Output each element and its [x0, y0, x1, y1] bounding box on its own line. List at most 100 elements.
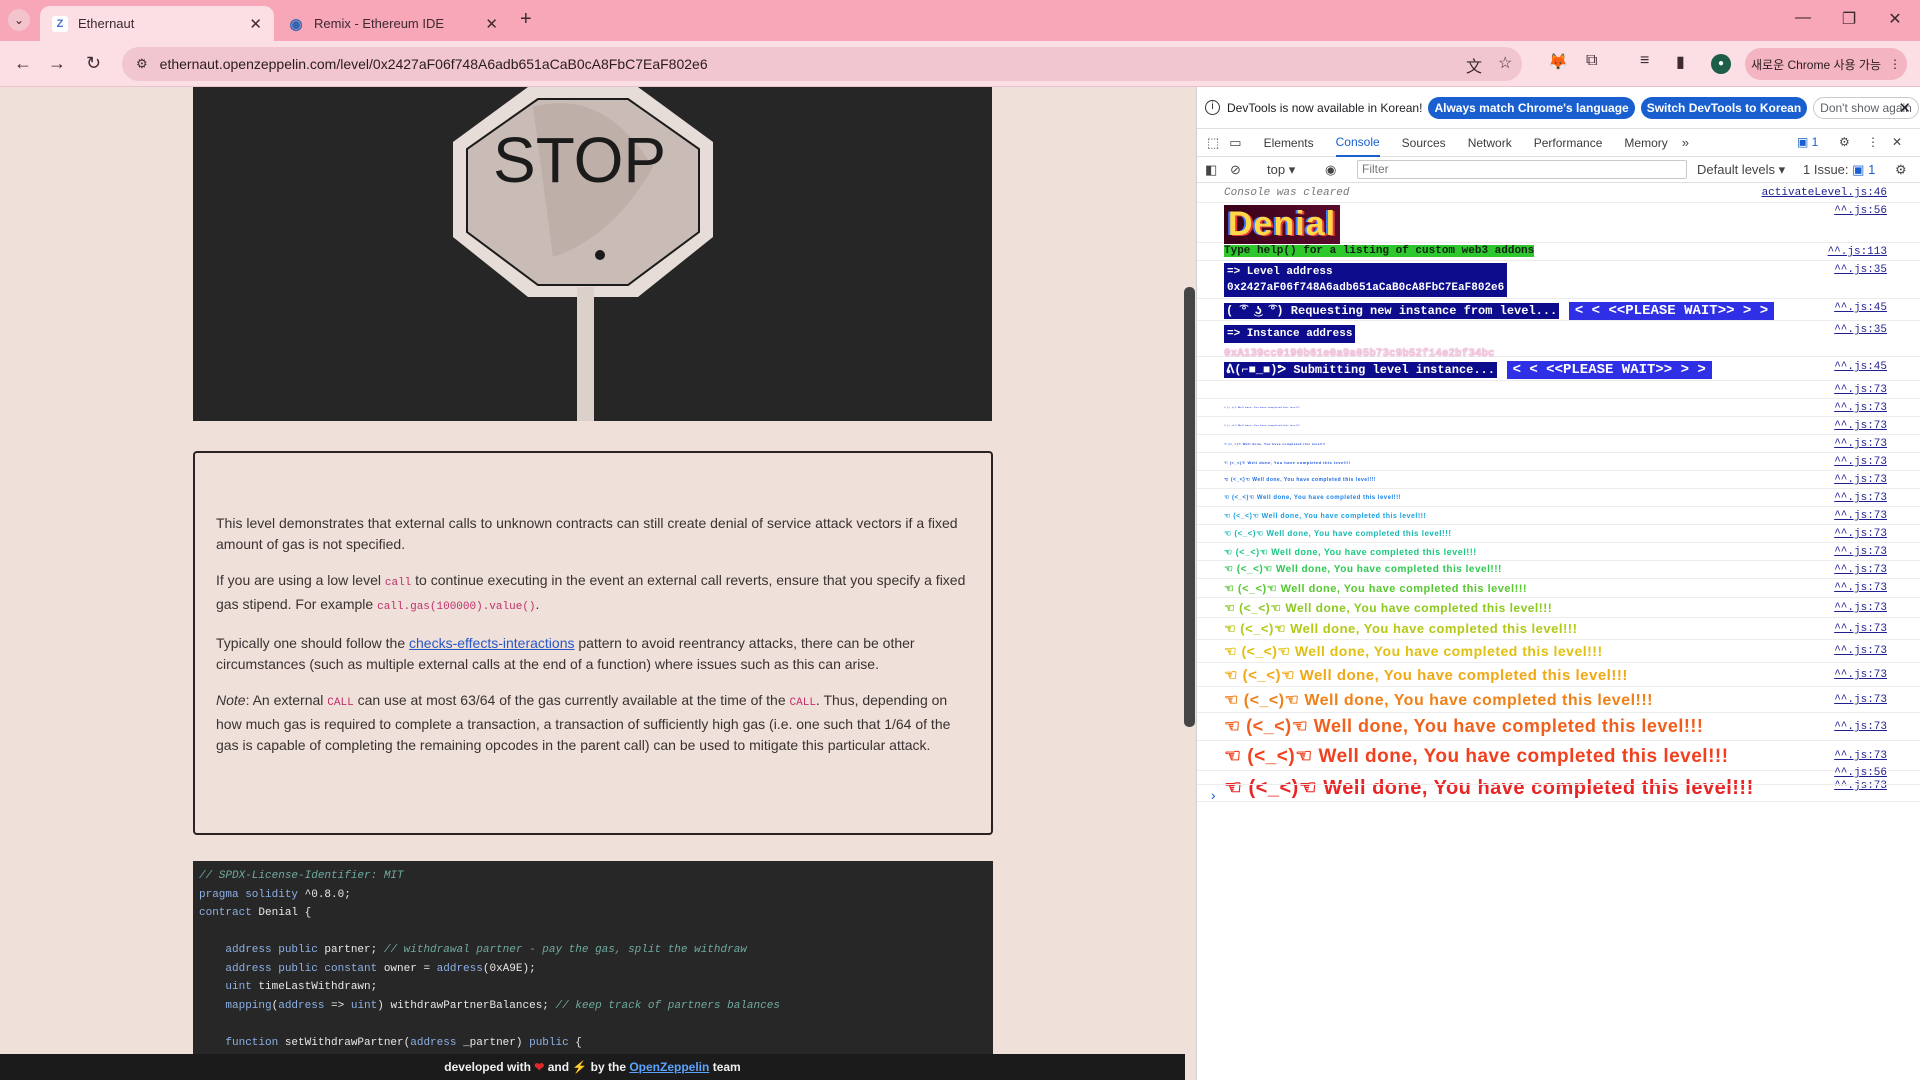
tab-performance[interactable]: Performance — [1534, 130, 1603, 156]
source-link[interactable]: ^^.js:73 — [1834, 602, 1887, 614]
console-row: ☜ (<_<)☜ Well done, You have completed t… — [1197, 525, 1920, 543]
close-devtools-icon[interactable]: ✕ — [1892, 135, 1902, 149]
source-link[interactable]: ^^.js:113 — [1828, 246, 1887, 258]
console-row: ☜ (<_<)☜ Well done, You have completed t… — [1197, 713, 1920, 741]
live-expression-eye-icon[interactable]: ◉ — [1325, 162, 1336, 178]
source-link[interactable]: ^^.js:73 — [1834, 546, 1887, 558]
url-text[interactable]: ethernaut.openzeppelin.com/level/0x2427a… — [160, 56, 708, 72]
well-done-message: ☜ (<_<)☜ Well done, You have completed t… — [1224, 716, 1704, 736]
source-link[interactable]: ^^.js:73 — [1834, 456, 1887, 468]
source-link[interactable]: ^^.js:73 — [1834, 721, 1887, 733]
close-tab-icon[interactable]: ✕ — [249, 15, 262, 33]
metamask-fox-icon[interactable]: 🦊 — [1548, 52, 1568, 72]
instance-address-block: => Instance address 0xA139cc0190b61e0a9a0… — [1224, 323, 1495, 361]
source-link[interactable]: ^^.js:45 — [1834, 302, 1887, 314]
console-filter-input[interactable]: Filter — [1357, 160, 1687, 179]
tab-search-icon[interactable]: ⌄ — [8, 9, 30, 31]
well-done-message: ☜ (<_<)☜ Well done, You have completed t… — [1224, 425, 1301, 427]
source-link[interactable]: ^^.js:56 — [1834, 205, 1887, 217]
source-link[interactable]: ^^.js:73 — [1834, 623, 1887, 635]
translate-icon[interactable]: 文 — [1466, 53, 1482, 77]
description-paragraph: This level demonstrates that external ca… — [216, 515, 958, 552]
tab-elements[interactable]: Elements — [1264, 130, 1314, 156]
source-link[interactable]: ^^.js:73 — [1834, 384, 1887, 396]
well-done-message: ☜ (<_<)☜ Well done, You have completed t… — [1224, 477, 1376, 483]
back-icon[interactable]: ← — [14, 53, 32, 74]
issues-counter[interactable]: 1 Issue: ▣ 1 — [1803, 162, 1875, 178]
always-match-language-button[interactable]: Always match Chrome's language — [1428, 96, 1635, 119]
tab-sources[interactable]: Sources — [1402, 130, 1446, 156]
close-tab-icon[interactable]: ✕ — [485, 15, 498, 33]
settings-gear-icon[interactable]: ⚙ — [1839, 135, 1850, 149]
reload-icon[interactable]: ↻ — [86, 53, 101, 74]
source-link[interactable]: ^^.js:73 — [1834, 582, 1887, 594]
source-link[interactable]: ^^.js:73 — [1834, 694, 1887, 706]
source-link[interactable]: ^^.js:45 — [1834, 361, 1887, 373]
media-controls-icon[interactable]: ≡ — [1640, 52, 1649, 70]
source-link[interactable]: ^^.js:73 — [1834, 510, 1887, 522]
console-row: ☜ (<_<)☜ Well done, You have completed t… — [1197, 399, 1920, 417]
close-window-icon[interactable]: ✕ — [1872, 9, 1918, 29]
restore-icon[interactable]: ❐ — [1826, 9, 1872, 29]
side-panel-icon[interactable]: ▮ — [1676, 52, 1685, 72]
profile-avatar[interactable]: ● — [1711, 54, 1731, 74]
tab-network[interactable]: Network — [1468, 130, 1512, 156]
console-row: Console was cleared activateLevel.js:46 — [1197, 183, 1920, 203]
source-link[interactable]: ^^.js:73 — [1834, 438, 1887, 450]
context-select[interactable]: top ▾ — [1267, 162, 1295, 178]
openzeppelin-link[interactable]: OpenZeppelin — [629, 1060, 709, 1074]
tab-remix[interactable]: ◉ Remix - Ethereum IDE ✕ — [276, 6, 510, 41]
console-row: => Instance address 0xA139cc0190b61e0a9a0… — [1197, 321, 1920, 360]
close-notice-icon[interactable]: ✕ — [1898, 99, 1911, 117]
tab-memory[interactable]: Memory — [1624, 130, 1667, 156]
messages-badge[interactable]: ▣ 1 — [1797, 135, 1818, 149]
address-bar[interactable]: ⚙ ethernaut.openzeppelin.com/level/0x242… — [122, 47, 1522, 81]
well-done-message: ☜ (<_<)☜ Well done, You have completed t… — [1224, 643, 1603, 659]
contract-source-code: // SPDX-License-Identifier: MIT pragma s… — [193, 861, 993, 1080]
source-link[interactable]: ^^.js:73 — [1834, 402, 1887, 414]
log-levels-select[interactable]: Default levels ▾ — [1697, 162, 1785, 178]
level-description: This level demonstrates that external ca… — [193, 451, 993, 835]
source-link[interactable]: ^^.js:35 — [1834, 324, 1887, 336]
clear-console-icon[interactable]: ⊘ — [1230, 162, 1241, 178]
extensions-puzzle-icon[interactable]: ⧉ — [1586, 52, 1597, 70]
console-row: ☜ (<_<)☜ Well done, You have completed t… — [1197, 687, 1920, 713]
devtools-menu-icon[interactable]: ⋮ — [1867, 135, 1879, 149]
source-link[interactable]: ^^.js:73 — [1834, 669, 1887, 681]
inspect-element-icon[interactable]: ⬚ — [1207, 135, 1219, 151]
source-link[interactable]: ^^.js:73 — [1834, 750, 1887, 762]
device-toolbar-icon[interactable]: ▭ — [1229, 135, 1241, 151]
more-tabs-icon[interactable]: » — [1682, 135, 1689, 150]
console-row: ☜ (<_<)☜ Well done, You have completed t… — [1197, 417, 1920, 435]
source-link[interactable]: ^^.js:73 — [1834, 528, 1887, 540]
source-link[interactable]: ^^.js:73 — [1834, 474, 1887, 486]
source-link[interactable]: ^^.js:73 — [1834, 420, 1887, 432]
new-tab-icon[interactable]: + — [520, 8, 532, 31]
console-output: Console was cleared activateLevel.js:46 … — [1197, 183, 1920, 1080]
tab-console[interactable]: Console — [1335, 129, 1380, 157]
source-link[interactable]: ^^.js:73 — [1834, 645, 1887, 657]
stop-text: STOP — [493, 124, 667, 196]
chrome-upgrade-button[interactable]: 새로운 Chrome 사용 가능 ⋮ — [1745, 48, 1907, 80]
console-row: Denial ^^.js:56 — [1197, 203, 1920, 244]
console-settings-icon[interactable]: ⚙ — [1895, 162, 1907, 178]
forward-icon[interactable]: → — [48, 53, 66, 74]
console-prompt-icon[interactable]: › — [1209, 789, 1217, 805]
checks-effects-interactions-link[interactable]: checks-effects-interactions — [409, 635, 574, 651]
sidebar-toggle-icon[interactable]: ◧ — [1205, 162, 1217, 178]
minimize-icon[interactable]: — — [1780, 9, 1826, 27]
devtools-tab-bar: ⬚ ▭ Elements Console Sources Network Per… — [1197, 129, 1920, 157]
source-link[interactable]: ^^.js:35 — [1834, 264, 1887, 276]
source-link[interactable]: activateLevel.js:46 — [1762, 187, 1887, 199]
source-link[interactable]: ^^.js:56 — [1834, 767, 1887, 779]
bookmark-star-icon[interactable]: ☆ — [1498, 53, 1512, 73]
tab-ethernaut[interactable]: Z Ethernaut ✕ — [40, 6, 274, 41]
console-row: ☜ (<_<)☜ Well done, You have completed t… — [1197, 453, 1920, 471]
source-link[interactable]: ^^.js:73 — [1834, 564, 1887, 576]
source-link[interactable]: ^^.js:73 — [1834, 492, 1887, 504]
page-scrollbar[interactable] — [1184, 287, 1195, 727]
site-info-icon[interactable]: ⚙ — [136, 56, 148, 72]
console-row: Type help() for a listing of custom web3… — [1197, 243, 1920, 261]
switch-to-korean-button[interactable]: Switch DevTools to Korean — [1640, 96, 1808, 119]
well-done-message: ☜ (<_<)☜ Well done, You have completed t… — [1224, 407, 1301, 409]
